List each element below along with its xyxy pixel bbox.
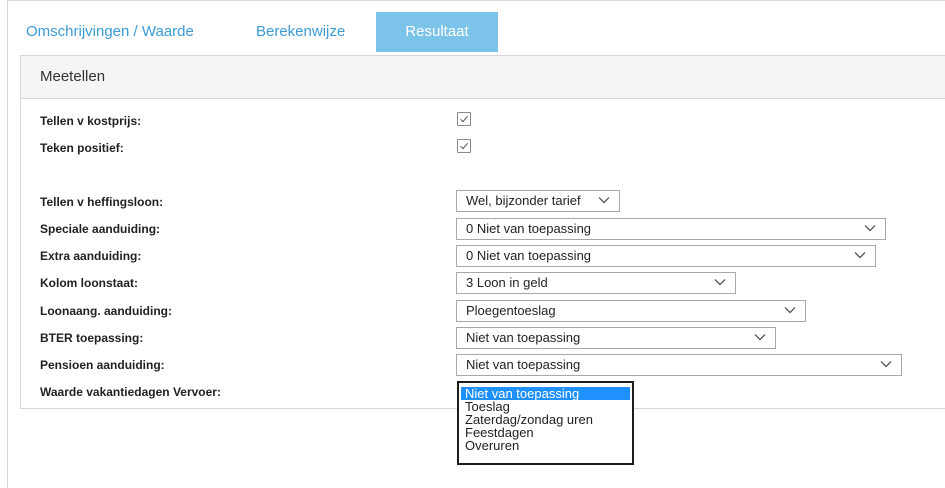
chevron-down-icon	[754, 334, 766, 341]
frame-border-top	[7, 0, 945, 1]
select-speciale-aanduiding[interactable]: 0 Niet van toepassing	[456, 218, 886, 240]
checkmark-icon	[460, 142, 468, 150]
select-loonaang-aanduiding[interactable]: Ploegentoeslag	[456, 300, 806, 322]
panel-title: Meetellen	[40, 68, 106, 85]
label-pensioen-aanduiding: Pensioen aanduiding:	[40, 358, 165, 372]
select-pensioen-aanduiding[interactable]: Niet van toepassing	[456, 354, 902, 376]
select-extra-aanduiding[interactable]: 0 Niet van toepassing	[456, 245, 876, 267]
select-value: 0 Niet van toepassing	[466, 221, 592, 236]
select-value: 0 Niet van toepassing	[466, 248, 592, 263]
checkmark-icon	[460, 115, 468, 123]
select-value: Niet van toepassing	[466, 330, 581, 345]
label-kolom-loonstaat: Kolom loonstaat:	[40, 276, 138, 290]
label-tellen-heffingsloon: Tellen v heffingsloon:	[40, 195, 164, 209]
tab-berekenwijze[interactable]: Berekenwijze	[256, 12, 345, 52]
dropdown-list-vakantiedagen[interactable]: Niet van toepassing Toeslag Zaterdag/zon…	[457, 381, 634, 465]
tab-omschrijvingen-waarde[interactable]: Omschrijvingen / Waarde	[26, 12, 194, 52]
label-extra-aanduiding: Extra aanduiding:	[40, 249, 142, 263]
panel-header: Meetellen	[21, 56, 945, 99]
label-loonaang-aanduiding: Loonaang. aanduiding:	[40, 304, 172, 318]
checkbox-teken-positief[interactable]	[457, 139, 471, 153]
label-speciale-aanduiding: Speciale aanduiding:	[40, 222, 161, 236]
select-value: Niet van toepassing	[466, 357, 581, 372]
chevron-down-icon	[598, 197, 610, 204]
select-value: 3 Loon in geld	[466, 275, 548, 290]
select-value: Ploegentoeslag	[466, 303, 556, 318]
chevron-down-icon	[784, 307, 796, 314]
tab-resultaat[interactable]: Resultaat	[376, 12, 498, 52]
label-waarde-vakantiedagen: Waarde vakantiedagen Vervoer:	[40, 385, 221, 399]
select-kolom-loonstaat[interactable]: 3 Loon in geld	[456, 272, 736, 294]
chevron-down-icon	[864, 225, 876, 232]
select-bter-toepassing[interactable]: Niet van toepassing	[456, 327, 776, 349]
label-tellen-kostprijs: Tellen v kostprijs:	[40, 114, 142, 128]
chevron-down-icon	[854, 252, 866, 259]
label-bter-toepassing: BTER toepassing:	[40, 331, 144, 345]
select-tellen-heffingsloon[interactable]: Wel, bijzonder tarief	[456, 190, 620, 212]
chevron-down-icon	[714, 279, 726, 286]
select-value: Wel, bijzonder tarief	[466, 193, 581, 208]
dropdown-option[interactable]: Overuren	[461, 439, 630, 452]
checkbox-tellen-kostprijs[interactable]	[457, 112, 471, 126]
frame-border-left	[7, 0, 8, 488]
label-teken-positief: Teken positief:	[40, 141, 124, 155]
chevron-down-icon	[880, 361, 892, 368]
